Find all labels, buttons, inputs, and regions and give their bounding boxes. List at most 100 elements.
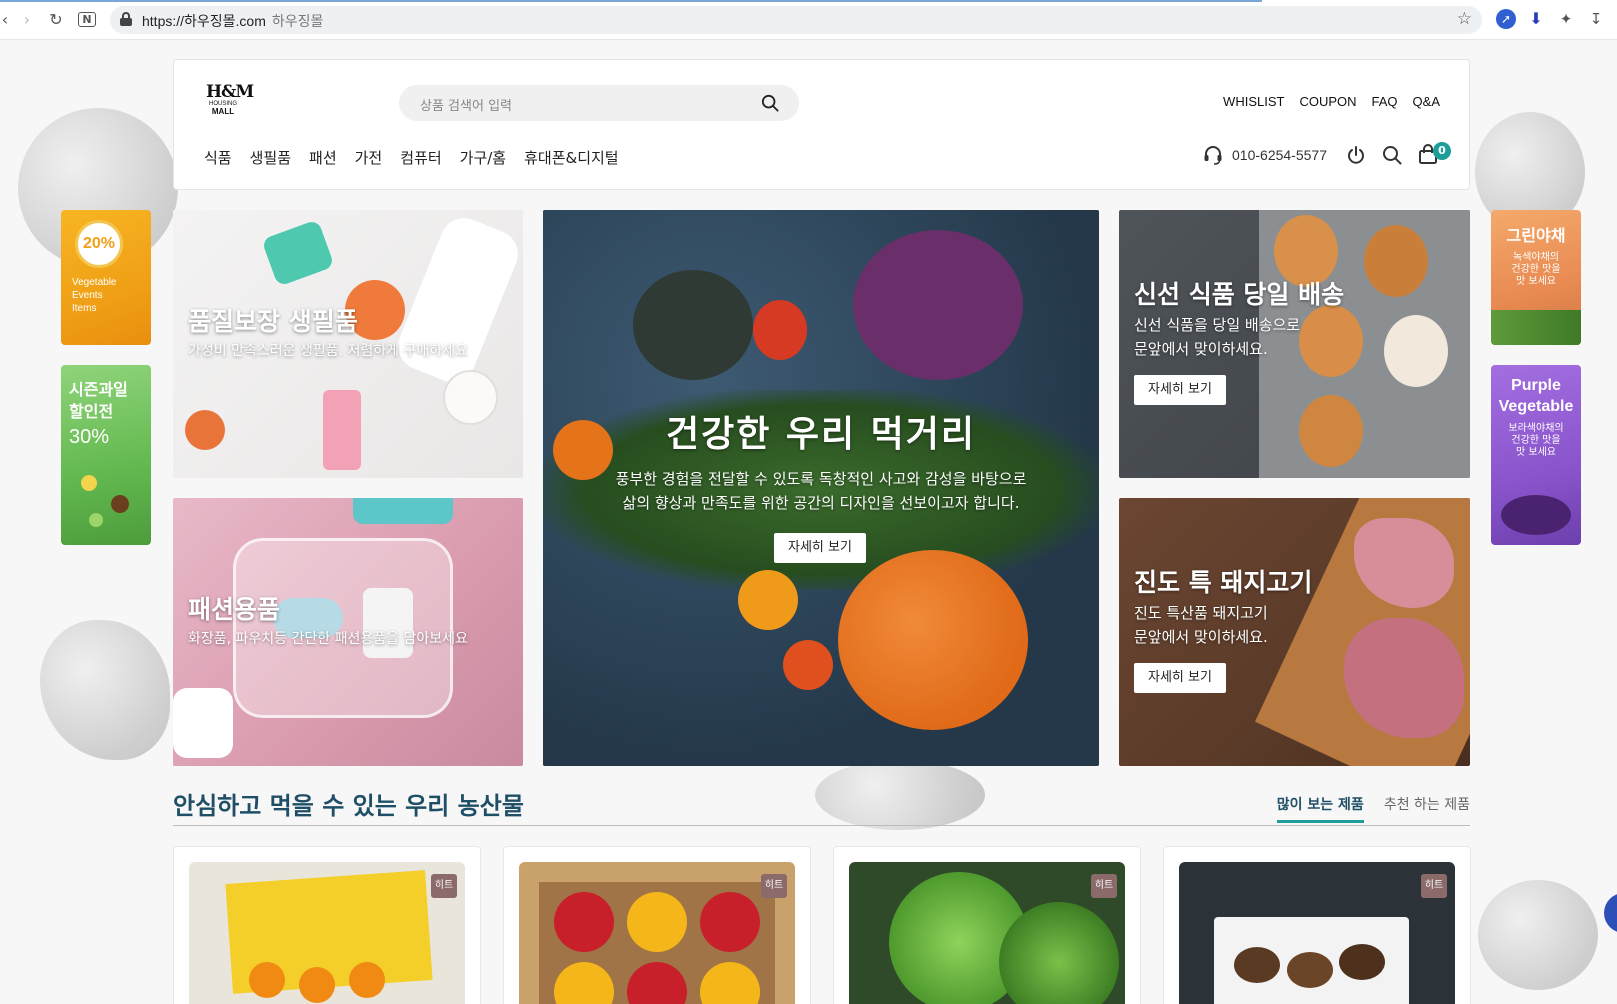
season-fruit-discount: 30% <box>69 426 110 448</box>
egg-shape <box>1384 315 1448 387</box>
url-page-title: 하우징몰 <box>271 13 324 29</box>
extensions-puzzle-icon[interactable]: ✦ <box>1556 9 1576 29</box>
tab-recommended[interactable]: 추천 하는 제품 <box>1384 794 1470 823</box>
dish-shape <box>443 370 498 425</box>
hit-badge: 히트 <box>1421 874 1447 898</box>
reader-icon[interactable]: N <box>76 9 98 31</box>
mushroom-shape <box>1339 944 1385 980</box>
mushroom-shape <box>1287 952 1333 988</box>
product-image-apple-pear[interactable]: 히트 <box>519 862 795 1004</box>
hit-badge: 히트 <box>761 874 787 898</box>
discount-percent: 20% <box>82 235 116 252</box>
fresh-delivery-detail-button[interactable]: 자세히 보기 <box>1134 375 1226 405</box>
menu-item-computer[interactable]: 컴퓨터 <box>400 147 441 168</box>
caption-line-3: Items <box>72 303 97 314</box>
green-veg-line-2: 건강한 맛을 <box>1511 264 1561 275</box>
fresh-delivery-desc-2: 문앞에서 맞이하세요. <box>1134 340 1268 358</box>
downloads-icon[interactable]: ↧ <box>1586 9 1606 29</box>
comb-shape <box>353 498 453 524</box>
pork-title: 진도 특 돼지고기 <box>1134 568 1313 597</box>
hero-tile-fashion[interactable]: 패션용품 화장품, 파우치등 간단한 패션용품을 담아보세요 <box>173 498 523 766</box>
menu-item-furniture[interactable]: 가구/홈 <box>460 147 506 168</box>
pork-detail-button[interactable]: 자세히 보기 <box>1134 663 1226 693</box>
caption-line-2: Events <box>72 290 103 301</box>
egg-shape <box>1299 305 1363 377</box>
menu-item-fashion[interactable]: 패션 <box>309 147 337 168</box>
main-detail-button[interactable]: 자세히 보기 <box>774 533 866 563</box>
hero-tile-pork[interactable]: 진도 특 돼지고기 진도 특산품 돼지고기 문앞에서 맞이하세요. 자세히 보기 <box>1119 498 1470 766</box>
extension-compass-icon[interactable]: ➚ <box>1496 9 1516 29</box>
tab-most-viewed[interactable]: 많이 보는 제품 <box>1276 794 1364 823</box>
side-banner-vegetable-event[interactable]: 20% Vegetable Events Items <box>61 210 151 345</box>
lock-icon[interactable] <box>120 12 132 26</box>
side-banner-purple-vegetable[interactable]: Purple Vegetable 보라색야채의 건강한 맛을 맛 보세요 <box>1491 365 1581 545</box>
purple-veg-title-1: Purple <box>1511 377 1561 394</box>
discount-circle: 20% <box>75 220 123 268</box>
hero-tile-daily-goods[interactable]: 품질보장 생필품 가성비 만족스러운 생필품. 저렴하게 구매하세요 <box>173 210 523 478</box>
menu-item-appliance[interactable]: 가전 <box>355 147 383 168</box>
back-icon[interactable]: ‹ <box>0 9 16 31</box>
search-bar[interactable]: 상품 검색어 입력 <box>399 85 799 121</box>
coupon-link[interactable]: COUPON <box>1299 94 1356 109</box>
header-search-icon[interactable] <box>1381 144 1403 166</box>
jar-shape <box>185 410 225 450</box>
site-logo[interactable]: H&M HOUSING MALL <box>206 84 254 120</box>
bookmark-star-icon[interactable]: ☆ <box>1457 9 1472 29</box>
fashion-title: 패션용품 <box>188 595 281 624</box>
hero-main-banner[interactable]: 건강한 우리 먹거리 풍부한 경험을 전달할 수 있도록 독창적인 사고와 감성… <box>543 210 1099 766</box>
logo-line-mall: MALL <box>211 107 235 116</box>
product-card[interactable]: 히트 <box>1163 846 1471 1004</box>
season-fruit-title: 시즌과일 할인전 <box>69 379 128 423</box>
fruit-dot <box>111 495 129 513</box>
purple-veg-shape <box>1501 495 1571 535</box>
wishlist-link[interactable]: WHISLIST <box>1223 94 1284 109</box>
greens-strip <box>1491 310 1581 345</box>
purple-veg-line-2: 건강한 맛을 <box>1511 435 1561 446</box>
fresh-delivery-title: 신선 식품 당일 배송 <box>1134 280 1345 309</box>
product-image-citrus[interactable]: 히트 <box>189 862 465 1004</box>
power-icon[interactable] <box>1345 144 1367 166</box>
side-banner-season-fruit[interactable]: 시즌과일 할인전 30% <box>61 365 151 545</box>
citrus-shape <box>349 962 385 998</box>
caption-line-1: Vegetable <box>72 277 117 288</box>
fruit-dot <box>89 513 103 527</box>
utility-links: WHISLIST COUPON FAQ Q&A <box>1223 94 1440 109</box>
lettuce-shape <box>999 902 1119 1004</box>
cart-button[interactable]: 0 <box>1417 142 1451 166</box>
product-card[interactable]: 히트 <box>503 846 811 1004</box>
hero-tile-fresh-delivery[interactable]: 신선 식품 당일 배송 신선 식품을 당일 배송으로 문앞에서 맞이하세요. 자… <box>1119 210 1470 478</box>
url-text: https://하우징몰.com <box>142 13 266 29</box>
product-image-mushrooms[interactable]: 히트 <box>1179 862 1455 1004</box>
egg-shape <box>1364 225 1428 297</box>
purple-veg-title: Purple Vegetable <box>1491 375 1581 417</box>
product-card[interactable]: 히트 <box>833 846 1141 1004</box>
floating-chat-button[interactable] <box>1604 893 1617 933</box>
menu-item-digital[interactable]: 휴대폰&디지털 <box>524 147 619 168</box>
phone-number[interactable]: 010-6254-5577 <box>1232 147 1327 163</box>
reload-icon[interactable]: ↻ <box>45 9 67 31</box>
section-title: 안심하고 먹을 수 있는 우리 농산물 <box>173 792 524 820</box>
search-icon[interactable] <box>761 94 779 112</box>
stone-shape <box>173 688 233 758</box>
menu-item-daily[interactable]: 생필품 <box>250 147 291 168</box>
menu-item-food[interactable]: 식품 <box>204 147 232 168</box>
forward-icon[interactable]: › <box>16 9 38 31</box>
address-bar[interactable]: https://하우징몰.com 하우징몰 ☆ <box>110 6 1482 34</box>
side-banner-green-vegetable[interactable]: 그린야채 녹색야채의 건강한 맛을 맛 보세요 <box>1491 210 1581 345</box>
main-banner-desc-2: 삶의 향상과 만족도를 위한 공간의 디자인을 선보이고자 합니다. <box>622 494 1020 512</box>
daily-goods-title: 품질보장 생필품 <box>188 307 358 336</box>
search-input[interactable]: 상품 검색어 입력 <box>420 95 512 114</box>
green-veg-line-3: 맛 보세요 <box>1516 276 1556 287</box>
product-image-greens[interactable]: 히트 <box>849 862 1125 1004</box>
hit-badge: 히트 <box>1091 874 1117 898</box>
extension-download-icon[interactable]: ⬇ <box>1526 9 1546 29</box>
squash-shape <box>633 270 753 380</box>
green-veg-desc: 녹색야채의 건강한 맛을 맛 보세요 <box>1491 252 1581 288</box>
qna-link[interactable]: Q&A <box>1413 94 1440 109</box>
main-banner-title: 건강한 우리 먹거리 <box>665 414 977 455</box>
pumpkin-shape <box>838 550 1028 730</box>
product-card[interactable]: 히트 <box>173 846 481 1004</box>
section-tabs: 많이 보는 제품 추천 하는 제품 <box>1276 794 1470 823</box>
fruit-dot <box>81 475 97 491</box>
faq-link[interactable]: FAQ <box>1372 94 1398 109</box>
